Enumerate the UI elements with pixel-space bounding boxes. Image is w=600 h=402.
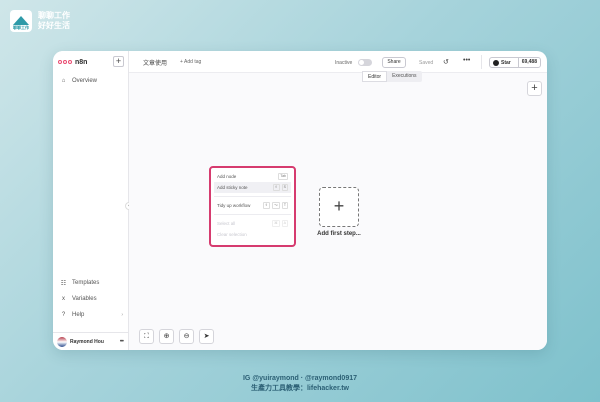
github-icon [493,59,499,66]
menu-item-label: Tidy up workflow [217,203,251,208]
user-more-icon[interactable]: ••• [120,339,124,345]
menu-item-label: Select all [217,221,236,226]
brand-text: 聊聊工作 好好生活 [38,11,70,31]
user-name: Raymond Hou [70,338,104,345]
menu-item-label: Add sticky note [217,185,248,190]
github-star-button[interactable]: Star 69,488 [489,57,541,68]
status-label: Inactive [335,60,353,66]
saved-status: Saved [419,60,434,66]
history-icon[interactable]: ↺ [443,58,449,66]
menu-item-add-node[interactable]: Add node Tab [214,171,291,182]
context-menu: Add node Tab Add sticky note ⇧ S Tidy up … [209,166,296,247]
workflow-header: 文章使用 + Add tag Inactive Share Saved ↺ ••… [129,51,547,73]
sidebar-item-help[interactable]: ? Help › [53,307,129,323]
sidebar-item-templates[interactable]: ☷ Templates [53,275,129,291]
shortcut: ⇧ ⌥ T [262,202,288,209]
tab-editor[interactable]: Editor [362,71,388,82]
star-count: 69,488 [517,58,540,67]
caption-line-1: IG @yuiraymond · @raymond0917 [242,375,358,382]
fit-view-icon[interactable]: ⛶ [139,329,154,344]
workflow-canvas[interactable]: + Add node Tab Add sticky note ⇧ S Tidy u… [129,73,547,350]
workflow-name[interactable]: 文章使用 [143,58,167,67]
active-toggle[interactable] [358,59,372,66]
app-window: n8n + ⌂ Overview ☷ Templates x Variables… [53,51,547,350]
brand-logo: 聊聊工作 [10,10,32,32]
chevron-right-icon: › [121,312,123,318]
sidebar-item-overview[interactable]: ⌂ Overview [53,73,128,89]
menu-item-label: Add node [217,174,237,179]
menu-divider [214,196,291,197]
sidebar-item-variables[interactable]: x Variables [53,291,129,307]
zoom-in-icon[interactable]: ⊕ [159,329,174,344]
sidebar-item-label: Variables [72,296,97,302]
add-first-step-label: Add first step... [317,231,361,237]
menu-item-clear-selection[interactable]: Clear selection [214,229,291,240]
menu-item-select-all[interactable]: Select all ⌘ A [214,218,291,229]
main-area: 文章使用 + Add tag Inactive Share Saved ↺ ••… [129,51,547,350]
home-icon: ⌂ [61,78,66,84]
open-nodes-panel-button[interactable]: + [527,81,542,96]
sidebar-bottom: ☷ Templates x Variables ? Help › [53,275,129,323]
user-menu[interactable]: Raymond Hou ••• [53,332,129,350]
tab-executions[interactable]: Executions [387,71,421,82]
n8n-logo-icon [58,58,72,66]
sidebar-item-label: Help [72,312,85,318]
caption: IG @yuiraymond · @raymond0917 生產力工具教學：li… [0,374,600,394]
shortcut: ⌘ A [272,220,288,227]
new-workflow-button[interactable]: + [113,56,124,67]
brand-line-2: 好好生活 [38,21,70,30]
caption-line-2: 生產力工具教學：lifehacker.tw [250,385,350,392]
menu-item-tidy-up[interactable]: Tidy up workflow ⇧ ⌥ T [214,200,291,211]
templates-icon: ☷ [60,280,67,287]
sidebar-item-label: Overview [72,78,98,84]
menu-item-label: Clear selection [217,232,247,237]
divider [481,55,482,69]
help-icon: ? [61,312,66,318]
menu-divider [214,214,291,215]
more-options-icon[interactable]: ••• [463,57,470,64]
logo-text: n8n [75,58,88,66]
shortcut: ⇧ S [272,184,288,191]
brand: 聊聊工作 聊聊工作 好好生活 [10,10,70,32]
add-first-step-button[interactable]: + [319,187,359,227]
brand-logo-caption: 聊聊工作 [13,25,29,30]
share-button[interactable]: Share [382,57,406,68]
brand-line-1: 聊聊工作 [38,11,70,20]
add-tag-button[interactable]: + Add tag [180,59,201,65]
canvas-controls: ⛶ ⊕ ⊖ ➤ [139,329,214,344]
avatar [57,336,67,347]
sidebar: n8n + ⌂ Overview ☷ Templates x Variables… [53,51,129,350]
star-label: Star [501,59,511,66]
sidebar-item-label: Templates [72,280,100,286]
zoom-out-icon[interactable]: ⊖ [179,329,194,344]
variables-icon: x [62,296,65,302]
view-tabs: Editor Executions [362,71,422,82]
shortcut: Tab [278,173,288,180]
pointer-mode-icon[interactable]: ➤ [199,329,214,344]
menu-item-add-sticky-note[interactable]: Add sticky note ⇧ S [214,182,291,193]
